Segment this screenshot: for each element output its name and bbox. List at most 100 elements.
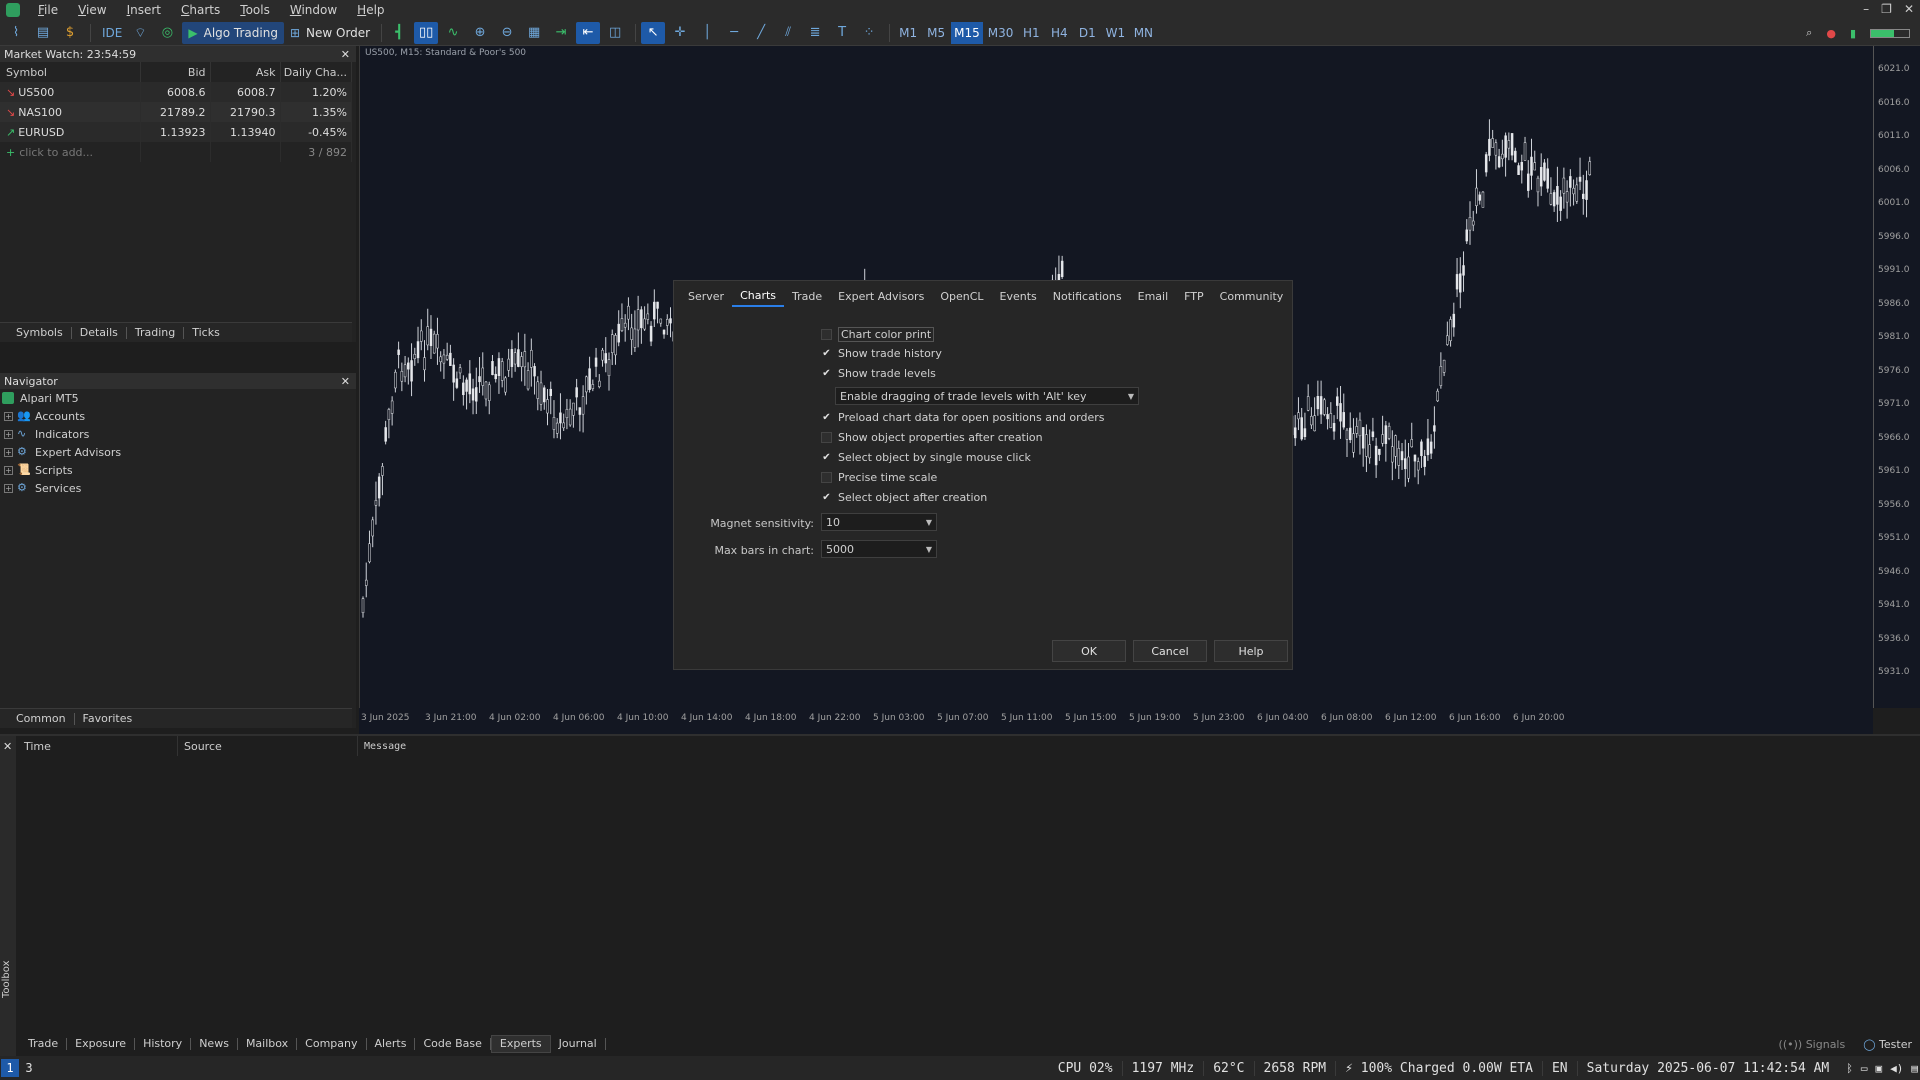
tab-company[interactable]: Company [297, 1038, 367, 1050]
timeframe-d1[interactable]: D1 [1074, 22, 1100, 44]
price-axis[interactable]: 6021.0 6016.0 6011.0 6006.0 6001.0 5996.0 5991… [1873, 46, 1920, 708]
tab-code-base[interactable]: Code Base [415, 1038, 491, 1050]
expand-icon[interactable]: + [4, 429, 13, 439]
line-chart-icon[interactable]: ∿ [441, 22, 465, 44]
tab-exposure[interactable]: Exposure [67, 1038, 136, 1050]
tab-symbols[interactable]: Symbols [8, 326, 72, 339]
notes-icon[interactable]: ▭ [1861, 1062, 1868, 1075]
market-icon[interactable]: $ [58, 22, 82, 44]
checkbox[interactable] [821, 329, 832, 340]
autoscroll-icon[interactable]: ⇥ [549, 22, 573, 44]
signals-tab[interactable]: ((•)) Signals [1779, 1038, 1846, 1051]
checkbox-checked[interactable]: ✔ [821, 348, 832, 359]
tab-details[interactable]: Details [72, 326, 127, 339]
crosshair-icon[interactable]: ✛ [668, 22, 692, 44]
checkbox-checked[interactable]: ✔ [821, 492, 832, 503]
timeframe-h4[interactable]: H4 [1046, 22, 1072, 44]
timeframe-m30[interactable]: M30 [985, 22, 1017, 44]
new-chart-icon[interactable]: ⌇ [4, 22, 28, 44]
trendline-icon[interactable]: ╱ [749, 22, 773, 44]
option-chart-color-print[interactable]: Chart color print [821, 327, 935, 342]
column-header-bid[interactable]: Bid [140, 62, 211, 82]
ok-button[interactable]: OK [1052, 640, 1126, 662]
close-icon[interactable]: ✕ [3, 740, 12, 753]
checkbox-checked[interactable]: ✔ [821, 412, 832, 423]
navigator-item-scripts[interactable]: + 📜 Scripts [0, 461, 356, 479]
tab-events[interactable]: Events [992, 285, 1045, 307]
expand-icon[interactable]: + [4, 465, 13, 475]
screenshot-icon[interactable]: ◫ [603, 22, 627, 44]
tab-opencl[interactable]: OpenCL [932, 285, 991, 307]
tab-ftp[interactable]: FTP [1176, 285, 1212, 307]
column-header-ask[interactable]: Ask [210, 62, 281, 82]
menu-window[interactable]: Window [280, 3, 347, 17]
ide-button[interactable]: IDE [96, 22, 128, 44]
restore-icon[interactable]: ❐ [1881, 2, 1892, 16]
shapes-icon[interactable]: ⁘ [857, 22, 881, 44]
menu-file[interactable]: File [28, 3, 68, 17]
tab-trade[interactable]: Trade [20, 1038, 68, 1050]
timeframe-w1[interactable]: W1 [1102, 22, 1128, 44]
close-icon[interactable]: ✕ [341, 375, 350, 388]
option-precise-time-scale[interactable]: Precise time scale [821, 471, 937, 484]
tab-favorites[interactable]: Favorites [75, 712, 141, 725]
column-header-message[interactable]: Message [358, 736, 1918, 756]
table-row[interactable]: ↘ US500 6008.6 6008.7 1.20% [0, 82, 352, 102]
new-order-button[interactable]: ⊞ New Order [284, 22, 376, 44]
option-select-object-after-creation[interactable]: ✔ Select object after creation [821, 491, 987, 504]
minimize-icon[interactable]: – [1863, 2, 1869, 16]
horizontal-line-icon[interactable]: ─ [722, 22, 746, 44]
timeframe-mn[interactable]: MN [1130, 22, 1156, 44]
close-icon[interactable]: ✕ [1904, 2, 1914, 16]
tab-history[interactable]: History [135, 1038, 192, 1050]
tab-journal[interactable]: Journal [551, 1038, 606, 1050]
navigator-item-accounts[interactable]: + 👥 Accounts [0, 407, 356, 425]
profiles-icon[interactable]: ▤ [31, 22, 55, 44]
option-preload-chart-data[interactable]: ✔ Preload chart data for open positions … [821, 411, 1104, 424]
tab-experts[interactable]: Experts [490, 1035, 551, 1053]
timeframe-h1[interactable]: H1 [1018, 22, 1044, 44]
clipboard-icon[interactable]: ▤ [1911, 1062, 1918, 1075]
menu-charts[interactable]: Charts [171, 3, 230, 17]
option-show-trade-history[interactable]: ✔ Show trade history [821, 347, 942, 360]
clock[interactable]: Saturday 2025-06-07 11:42:54 AM [1578, 1061, 1839, 1076]
timeframe-m5[interactable]: M5 [923, 22, 949, 44]
checkbox-checked[interactable]: ✔ [821, 368, 832, 379]
notifications-icon[interactable]: ● [1826, 27, 1836, 40]
volume-icon[interactable]: ◀) [1890, 1062, 1903, 1075]
option-show-trade-levels[interactable]: ✔ Show trade levels [821, 367, 936, 380]
tab-trading[interactable]: Trading [127, 326, 185, 339]
menu-tools[interactable]: Tools [230, 3, 280, 17]
tab-trade[interactable]: Trade [784, 285, 830, 307]
expand-icon[interactable]: + [4, 447, 13, 457]
menu-view[interactable]: View [68, 3, 116, 17]
cancel-button[interactable]: Cancel [1133, 640, 1207, 662]
navigator-root[interactable]: Alpari MT5 [0, 389, 356, 407]
algo-trading-button[interactable]: ▶ Algo Trading [182, 21, 284, 44]
display-icon[interactable]: ▣ [1876, 1062, 1883, 1075]
option-select-object-single-click[interactable]: ✔ Select object by single mouse click [821, 451, 1031, 464]
navigator-item-indicators[interactable]: + ∿ Indicators [0, 425, 356, 443]
help-button[interactable]: Help [1214, 640, 1288, 662]
tester-tab[interactable]: ◯ Tester [1863, 1038, 1912, 1051]
search-icon[interactable]: ⌕ [1806, 26, 1812, 40]
column-header-source[interactable]: Source [178, 736, 358, 756]
tab-alerts[interactable]: Alerts [367, 1038, 416, 1050]
timeframe-m15[interactable]: M15 [951, 21, 983, 44]
candlestick-icon[interactable]: ▯▯ [414, 21, 439, 44]
drag-levels-select[interactable]: Enable dragging of trade levels with 'Al… [835, 387, 1139, 405]
menu-help[interactable]: Help [347, 3, 394, 17]
bar-chart-icon[interactable]: ┫ [387, 22, 411, 44]
cursor-icon[interactable]: ↖ [641, 21, 666, 44]
text-icon[interactable]: T [830, 22, 854, 44]
expand-icon[interactable]: + [4, 411, 13, 421]
workspace-button-active[interactable]: 1 [1, 1059, 19, 1077]
timeframe-m1[interactable]: M1 [895, 22, 921, 44]
add-symbol-row[interactable]: + click to add... 3 / 892 [0, 142, 352, 162]
tab-email[interactable]: Email [1130, 285, 1177, 307]
tab-common[interactable]: Common [8, 712, 75, 725]
tab-expert-advisors[interactable]: Expert Advisors [830, 285, 932, 307]
navigator-item-expert-advisors[interactable]: + ⚙ Expert Advisors [0, 443, 356, 461]
table-row[interactable]: ↗ EURUSD 1.13923 1.13940 -0.45% [0, 122, 352, 142]
tab-notifications[interactable]: Notifications [1045, 285, 1130, 307]
